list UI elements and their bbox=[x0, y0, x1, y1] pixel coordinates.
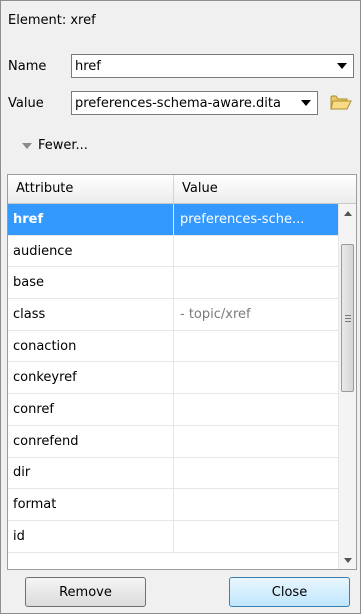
column-header-attribute[interactable]: Attribute bbox=[8, 175, 174, 203]
triangle-up-icon bbox=[344, 210, 352, 216]
table-row[interactable]: dir bbox=[8, 457, 338, 490]
attribute-value-cell[interactable] bbox=[174, 521, 338, 552]
attribute-value-cell[interactable] bbox=[174, 394, 338, 425]
fewer-label[interactable]: Fewer... bbox=[38, 138, 88, 153]
table-header: Attribute Value bbox=[8, 175, 356, 204]
attribute-value-cell[interactable] bbox=[174, 331, 338, 362]
remove-button[interactable]: Remove bbox=[25, 577, 146, 607]
attribute-name-cell[interactable]: class bbox=[8, 299, 174, 330]
chevron-down-icon bbox=[301, 100, 311, 106]
table-row[interactable]: base bbox=[8, 267, 338, 300]
attribute-name-cell[interactable]: dir bbox=[8, 457, 174, 489]
table-row[interactable]: conaction bbox=[8, 330, 338, 363]
attribute-value-cell[interactable] bbox=[174, 236, 338, 267]
attribute-name-cell[interactable]: conref bbox=[8, 394, 174, 425]
attribute-value-cell[interactable] bbox=[174, 426, 338, 457]
scroll-thumb[interactable] bbox=[341, 244, 354, 392]
attribute-name-cell[interactable]: audience bbox=[8, 235, 174, 267]
grip-line bbox=[345, 318, 351, 319]
attribute-name-cell[interactable]: conrefend bbox=[8, 425, 174, 457]
attribute-value-cell[interactable] bbox=[174, 489, 338, 520]
attributes-table: Attribute Value href preferences-sche... a… bbox=[7, 174, 357, 570]
fewer-toggle[interactable]: Fewer... bbox=[22, 138, 88, 153]
attribute-value-cell[interactable] bbox=[174, 267, 338, 298]
attribute-name-cell[interactable]: conkeyref bbox=[8, 362, 174, 394]
table-row[interactable]: id bbox=[8, 520, 338, 553]
value-dropdown-arrow[interactable] bbox=[295, 92, 317, 114]
attribute-name-cell[interactable]: base bbox=[8, 267, 174, 299]
table-row[interactable]: class - topic/xref bbox=[8, 299, 338, 331]
folder-open-icon[interactable] bbox=[330, 93, 352, 111]
value-label: Value bbox=[8, 95, 44, 111]
attribute-name-cell[interactable]: format bbox=[8, 489, 174, 520]
scroll-down-button[interactable] bbox=[339, 551, 356, 569]
attribute-value-cell[interactable]: - topic/xref bbox=[174, 299, 338, 330]
table-body: href preferences-sche... audience base class… bbox=[8, 204, 338, 553]
value-text[interactable]: preferences-schema-aware.dita bbox=[72, 96, 295, 111]
close-button[interactable]: Close bbox=[229, 577, 350, 607]
grip-line bbox=[345, 321, 351, 322]
attributes-panel: Element: xref Name href Value preference… bbox=[0, 0, 361, 614]
table-row[interactable]: href preferences-sche... bbox=[8, 204, 338, 236]
element-title-text: Element: xref bbox=[8, 12, 96, 28]
grip-line bbox=[345, 315, 351, 316]
scroll-up-button[interactable] bbox=[339, 204, 356, 222]
table-row[interactable]: conkeyref bbox=[8, 362, 338, 395]
value-row: Value bbox=[8, 89, 44, 117]
name-combobox[interactable]: href bbox=[71, 54, 354, 78]
attribute-name-cell[interactable]: id bbox=[8, 520, 174, 552]
vertical-scrollbar[interactable] bbox=[338, 204, 356, 569]
remove-button-label: Remove bbox=[59, 584, 112, 600]
attribute-value-cell[interactable]: preferences-sche... bbox=[174, 204, 338, 235]
name-row: Name bbox=[8, 53, 46, 79]
close-button-label: Close bbox=[271, 584, 308, 600]
attribute-value-cell[interactable] bbox=[174, 362, 338, 393]
triangle-down-icon bbox=[22, 142, 32, 149]
name-dropdown-arrow[interactable] bbox=[331, 55, 353, 77]
name-label: Name bbox=[8, 58, 47, 74]
table-row[interactable]: format bbox=[8, 489, 338, 521]
table-row[interactable]: audience bbox=[8, 235, 338, 268]
table-row[interactable]: conref bbox=[8, 394, 338, 426]
triangle-down-icon bbox=[344, 557, 352, 563]
attribute-name-cell[interactable]: conaction bbox=[8, 330, 174, 362]
table-row[interactable]: conrefend bbox=[8, 425, 338, 458]
name-value[interactable]: href bbox=[72, 59, 331, 74]
attribute-value-cell[interactable] bbox=[174, 458, 338, 489]
value-combobox[interactable]: preferences-schema-aware.dita bbox=[71, 91, 318, 115]
attribute-name-cell[interactable]: href bbox=[8, 204, 174, 235]
column-header-value[interactable]: Value bbox=[174, 175, 338, 203]
chevron-down-icon bbox=[337, 63, 347, 69]
element-title: Element: xref bbox=[8, 10, 96, 30]
